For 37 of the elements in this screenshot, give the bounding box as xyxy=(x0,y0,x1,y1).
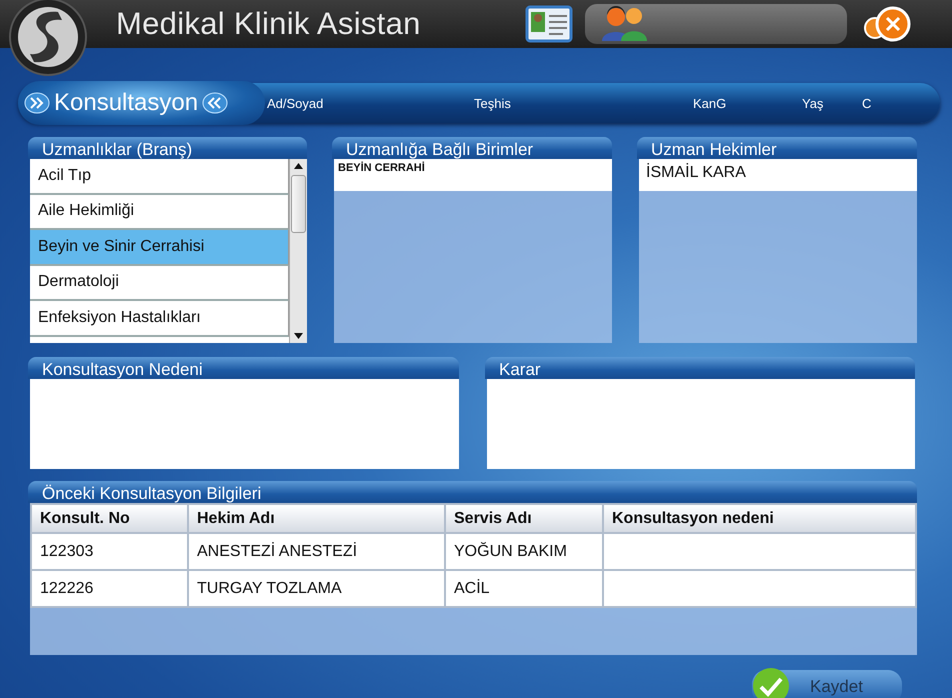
list-item[interactable]: Dermatoloji xyxy=(30,266,289,301)
panel-title: Uzmanlıklar (Branş) xyxy=(28,137,307,159)
panel-title: Konsultasyon Nedeni xyxy=(28,357,459,379)
table-cell: TURGAY TOZLAMA xyxy=(188,570,445,607)
panel-title: Uzman Hekimler xyxy=(637,137,917,159)
column-label: Ad/Soyad xyxy=(267,96,324,110)
list-item[interactable]: İSMAİL KARA xyxy=(639,159,917,191)
column-label: Yaş xyxy=(802,96,824,110)
panel-title: Önceki Konsultasyon Bilgileri xyxy=(28,481,917,503)
table-cell: 122226 xyxy=(31,570,188,607)
column-header[interactable]: Servis Adı xyxy=(445,504,603,533)
list-item[interactable]: BEYİN CERRAHİ xyxy=(334,159,612,191)
panel-title: Karar xyxy=(485,357,915,379)
list-item[interactable]: Aile Hekimliği xyxy=(30,194,289,230)
column-header[interactable]: Konsult. No xyxy=(31,504,188,533)
table-cell: ANESTEZİ ANESTEZİ xyxy=(188,533,445,570)
scrollbar[interactable] xyxy=(289,159,307,343)
list-item[interactable]: Acil Tıp xyxy=(30,159,289,194)
list-item[interactable]: Beyin ve Sinir Cerrahisi xyxy=(30,230,289,266)
input-field[interactable] xyxy=(30,379,459,469)
column-header[interactable]: Hekim Adı xyxy=(188,504,445,533)
table-cell: ACİL xyxy=(445,570,603,607)
panel-title: Uzmanlığa Bağlı Birimler xyxy=(332,137,612,159)
table-cell: YOĞUN BAKIM xyxy=(445,533,603,570)
column-label: C xyxy=(862,96,872,110)
module-title: Konsultasyon xyxy=(54,89,198,117)
check-icon xyxy=(752,667,790,698)
table-cell: 122303 xyxy=(31,533,188,570)
list-item[interactable]: Enfeksiyon Hastalıkları xyxy=(30,301,289,336)
column-header[interactable]: Konsultasyon nedeni xyxy=(603,504,916,533)
id-card-icon[interactable] xyxy=(524,4,573,44)
column-label: KanG xyxy=(693,96,728,110)
column-label: Teşhis xyxy=(474,96,512,110)
double-chevron-icon xyxy=(202,92,228,114)
double-chevron-icon xyxy=(24,92,50,114)
input-field[interactable] xyxy=(487,379,915,469)
app-title: Medikal Klinik Asistan xyxy=(116,6,421,42)
